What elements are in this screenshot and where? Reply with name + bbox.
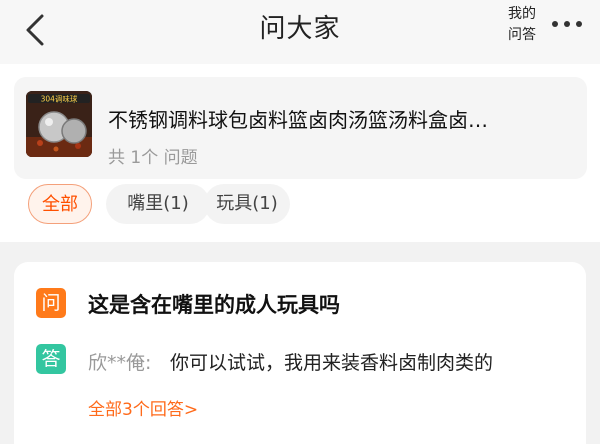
product-section: 304调味球 不锈钢调料球包卤料篮卤肉汤篮汤料盒卤… 共 1个 问题 全部 嘴里… — [0, 64, 600, 242]
all-answers-link[interactable]: 全部3个回答> — [88, 395, 198, 420]
my-qa-label-line2: 问答 — [508, 27, 536, 43]
spice-ball-image: 304调味球 — [26, 91, 92, 157]
top-nav-bar: 问大家 我的 问答 — [0, 0, 600, 64]
question-count: 共 1个 问题 — [108, 148, 198, 168]
more-options-icon[interactable] — [550, 18, 584, 30]
tag-mouth[interactable]: 嘴里(1) — [106, 184, 210, 224]
tag-all[interactable]: 全部 — [28, 184, 92, 224]
question-badge-icon: 问 — [36, 288, 66, 318]
product-title: 不锈钢调料球包卤料篮卤肉汤篮汤料盒卤… — [108, 108, 488, 132]
product-thumbnail: 304调味球 — [26, 91, 92, 157]
my-qa-label-line1: 我的 — [508, 6, 536, 22]
question-text: 这是含在嘴里的成人玩具吗 — [88, 293, 340, 317]
thumb-badge: 304调味球 — [41, 94, 78, 104]
answer-text: 你可以试试，我用来装香料卤制肉类的 — [170, 352, 494, 374]
answer-username: 欣**俺: — [88, 352, 152, 374]
product-card[interactable]: 304调味球 不锈钢调料球包卤料篮卤肉汤篮汤料盒卤… 共 1个 问题 — [14, 77, 587, 179]
question-card[interactable]: 问 这是含在嘴里的成人玩具吗 答 欣**俺: 你可以试试，我用来装香料卤制肉类的… — [14, 262, 586, 444]
tag-toy[interactable]: 玩具(1) — [204, 184, 290, 224]
my-qa-link[interactable]: 我的 问答 — [500, 4, 544, 46]
answer-badge-icon: 答 — [36, 344, 66, 374]
